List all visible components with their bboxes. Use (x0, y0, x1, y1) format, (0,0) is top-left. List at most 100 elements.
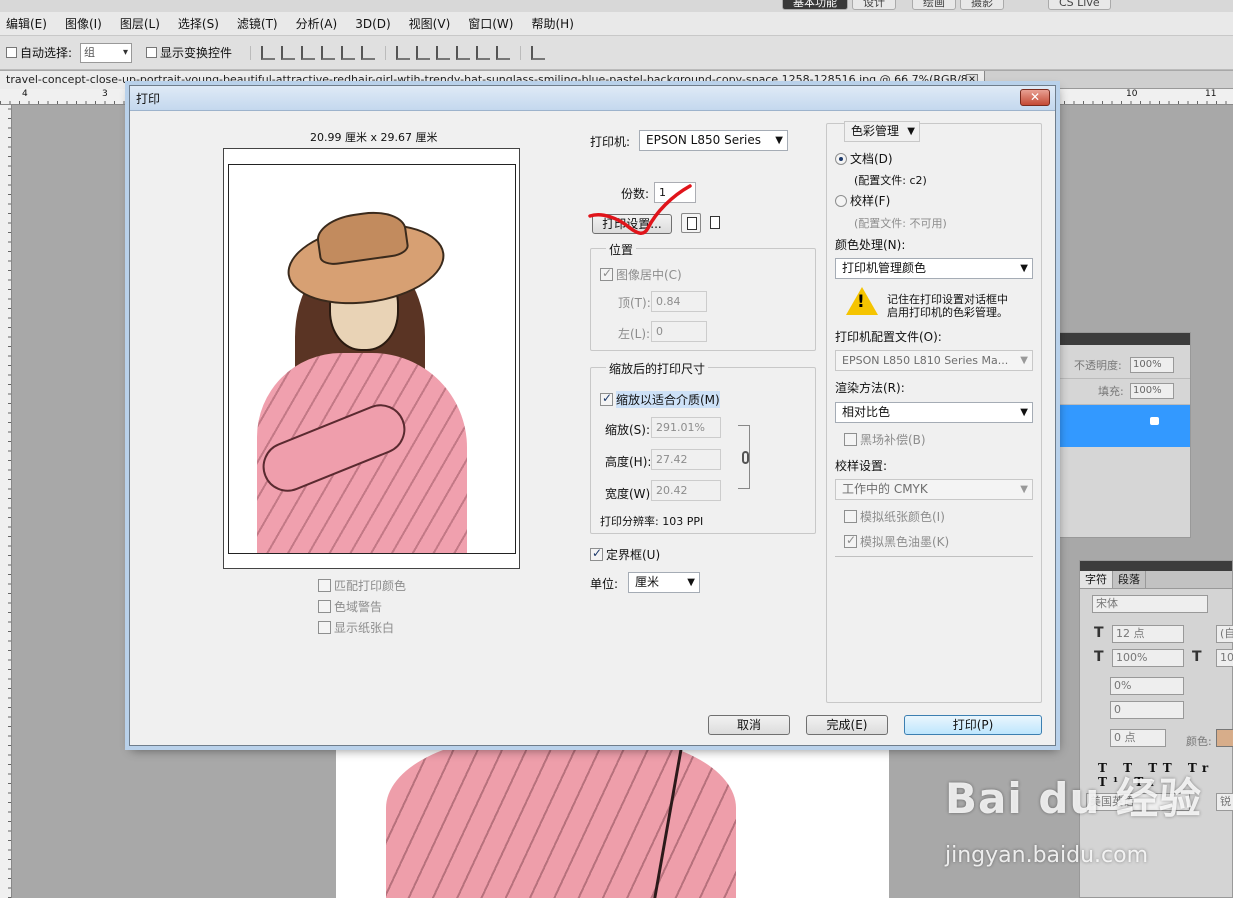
done-button[interactable]: 完成(E) (806, 715, 888, 735)
black-point-label: 黑场补偿(B) (860, 433, 926, 447)
width-input[interactable]: 20.42 (651, 480, 721, 501)
workspace-design[interactable]: 设计 (852, 0, 896, 10)
menu-3d[interactable]: 3D(D) (355, 17, 390, 31)
checkbox-box[interactable] (844, 533, 857, 548)
landscape-orientation-icon[interactable] (705, 213, 725, 233)
dialog-titlebar[interactable]: 打印 ✕ (130, 86, 1055, 111)
tracking-field[interactable]: 0% (1110, 677, 1184, 695)
menu-edit[interactable]: 编辑(E) (6, 15, 47, 32)
distribute-left-icon[interactable] (456, 45, 471, 60)
radio-dot[interactable] (835, 152, 847, 165)
cs-live-button[interactable]: CS Live (1048, 0, 1111, 10)
portrait-orientation-icon[interactable] (681, 213, 701, 233)
horizontal-scale-field[interactable]: 100 (1216, 649, 1233, 667)
align-hcenter-icon[interactable] (341, 45, 356, 60)
print-settings-button[interactable]: 打印设置... (592, 214, 672, 234)
print-preview[interactable] (223, 148, 520, 569)
auto-select-checkbox[interactable]: 自动选择: (6, 44, 72, 61)
printer-profile-select[interactable]: EPSON L850 L810 Series Ma... ▼ (835, 350, 1033, 371)
rendering-intent-value: 相对比色 (842, 405, 891, 419)
menu-view[interactable]: 视图(V) (409, 15, 451, 32)
document-canvas[interactable] (336, 746, 889, 898)
distribute-vcenter-icon[interactable] (416, 45, 431, 60)
distribute-right-icon[interactable] (496, 45, 511, 60)
distribute-bottom-icon[interactable] (436, 45, 451, 60)
printer-select[interactable]: EPSON L850 Series ▼ (639, 130, 788, 151)
checkbox-box[interactable] (318, 621, 331, 634)
align-top-icon[interactable] (261, 45, 276, 60)
checkbox-box[interactable] (600, 266, 613, 281)
color-management-menu[interactable]: 色彩管理 ▼ (844, 121, 920, 142)
antialias-select[interactable]: 锐 (1216, 793, 1233, 811)
center-image-checkbox[interactable]: 图像居中(C) (600, 266, 682, 283)
link-icon[interactable] (742, 451, 749, 464)
checkbox-box[interactable] (6, 47, 17, 58)
text-color-swatch[interactable] (1216, 729, 1233, 747)
paper-white-checkbox[interactable]: 显示纸张白 (318, 619, 394, 636)
panel-header[interactable] (1080, 561, 1232, 571)
document-radio[interactable]: 文档(D) (835, 150, 893, 167)
color-handling-select[interactable]: 打印机管理颜色 ▼ (835, 258, 1033, 279)
kerning-field[interactable]: 0 (1110, 701, 1184, 719)
units-select[interactable]: 厘米 ▼ (628, 572, 700, 593)
checkbox-box[interactable] (146, 47, 158, 58)
black-point-checkbox[interactable]: 黑场补偿(B) (844, 431, 926, 448)
font-family-select[interactable]: 宋体 (1092, 595, 1208, 613)
proof-setup-select[interactable]: 工作中的 CMYK ▼ (835, 479, 1033, 500)
opacity-field[interactable]: 100% (1130, 357, 1174, 373)
layer-row-selected[interactable] (1058, 405, 1190, 447)
proof-radio[interactable]: 校样(F) (835, 192, 890, 209)
checkbox-box[interactable] (318, 579, 331, 592)
menu-filter[interactable]: 滤镜(T) (237, 15, 278, 32)
checkbox-box[interactable] (844, 510, 857, 523)
align-right-icon[interactable] (361, 45, 376, 60)
menu-image[interactable]: 图像(I) (65, 15, 102, 32)
fill-field[interactable]: 100% (1130, 383, 1174, 399)
scale-to-fit-checkbox[interactable]: 缩放以适合介质(M) (600, 391, 720, 408)
tab-paragraph[interactable]: 段落 (1113, 571, 1146, 588)
print-button[interactable]: 打印(P) (904, 715, 1042, 735)
checkbox-box[interactable] (590, 546, 603, 561)
show-transform-checkbox[interactable]: 显示变换控件 (146, 44, 232, 61)
menu-layer[interactable]: 图层(L) (120, 15, 160, 32)
baseline-field[interactable]: 0 点 (1110, 729, 1166, 747)
align-left-icon[interactable] (321, 45, 336, 60)
top-input[interactable]: 0.84 (651, 291, 707, 312)
copies-input[interactable]: 1 (654, 182, 696, 203)
workspace-photo[interactable]: 摄影 (960, 0, 1004, 10)
auto-select-dropdown[interactable]: 组 (80, 42, 133, 63)
checkbox-box[interactable] (318, 600, 331, 613)
close-button[interactable]: ✕ (1020, 89, 1050, 106)
chevron-down-icon: ▼ (1020, 407, 1028, 418)
menu-help[interactable]: 帮助(H) (531, 15, 573, 32)
match-colors-checkbox[interactable]: 匹配打印颜色 (318, 577, 406, 594)
bounding-box-checkbox[interactable]: 定界框(U) (590, 546, 660, 563)
tab-character[interactable]: 字符 (1080, 571, 1113, 588)
radio-dot[interactable] (835, 194, 847, 207)
workspace-basic[interactable]: 基本功能 (782, 0, 848, 10)
workspace-paint[interactable]: 绘画 (912, 0, 956, 10)
simulate-paper-checkbox[interactable]: 模拟纸张颜色(I) (844, 508, 945, 525)
distribute-top-icon[interactable] (396, 45, 411, 60)
simulate-black-checkbox[interactable]: 模拟黑色油墨(K) (844, 533, 949, 550)
cancel-button[interactable]: 取消 (708, 715, 790, 735)
checkbox-box[interactable] (844, 433, 857, 446)
align-bottom-icon[interactable] (301, 45, 316, 60)
menu-analysis[interactable]: 分析(A) (296, 15, 338, 32)
height-input[interactable]: 27.42 (651, 449, 721, 470)
align-vcenter-icon[interactable] (281, 45, 296, 60)
distribute-hcenter-icon[interactable] (476, 45, 491, 60)
menu-select[interactable]: 选择(S) (178, 15, 219, 32)
menu-window[interactable]: 窗口(W) (468, 15, 513, 32)
leading-field[interactable]: (自 (1216, 625, 1233, 643)
left-input[interactable]: 0 (651, 321, 707, 342)
auto-align-icon[interactable] (531, 45, 546, 60)
scale-input[interactable]: 291.01% (651, 417, 721, 438)
proof-profile: (配置文件: 不可用) (854, 217, 947, 230)
gamut-warning-checkbox[interactable]: 色域警告 (318, 598, 382, 615)
font-size-field[interactable]: 12 点 (1112, 625, 1184, 643)
rendering-intent-select[interactable]: 相对比色 ▼ (835, 402, 1033, 423)
vertical-scale-field[interactable]: 100% (1112, 649, 1184, 667)
checkbox-box[interactable] (600, 391, 613, 406)
panel-header[interactable] (1058, 333, 1190, 345)
